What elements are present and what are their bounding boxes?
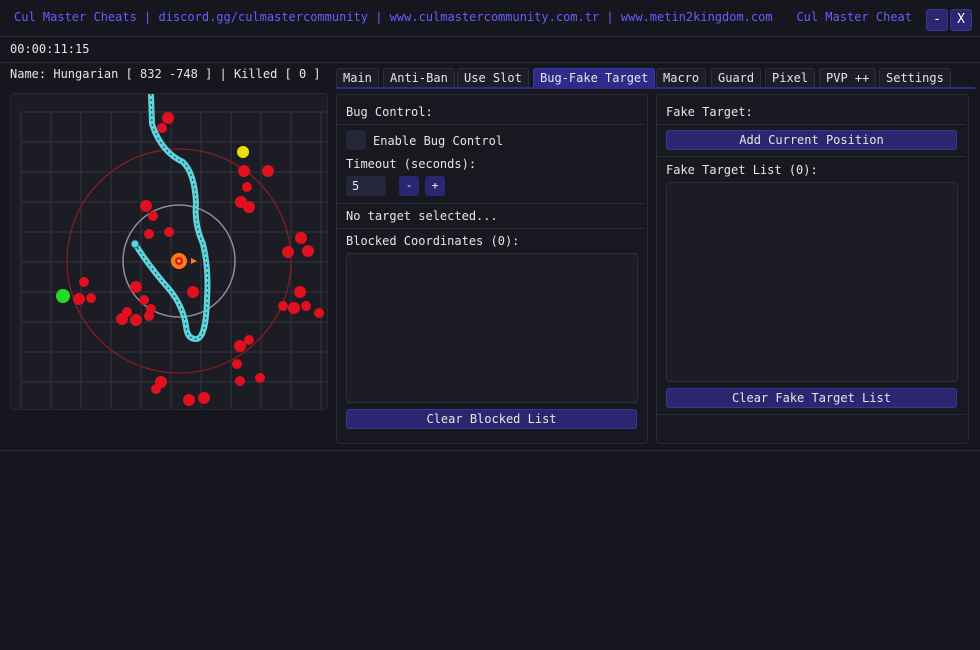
player-status: Name: Hungarian [ 832 -748 ] | Killed [ …	[10, 67, 321, 81]
window-title: Cul Master Cheat	[796, 10, 912, 24]
tab-guard[interactable]: Guard	[711, 68, 762, 88]
minimize-button[interactable]: -	[926, 9, 948, 31]
tab-bug-fake-target[interactable]: Bug-Fake Target	[533, 68, 656, 88]
divider	[0, 62, 980, 63]
bug-control-heading: Bug Control:	[346, 105, 433, 119]
fake-target-panel: Fake Target: Add Current Position Fake T…	[656, 94, 969, 444]
tab-macro[interactable]: Macro	[656, 68, 707, 88]
divider	[657, 124, 966, 125]
close-button[interactable]: X	[950, 9, 972, 31]
add-current-position-button[interactable]: Add Current Position	[666, 130, 957, 150]
divider	[337, 228, 645, 229]
timeout-decrement-button[interactable]: -	[399, 176, 419, 196]
divider	[0, 450, 980, 451]
tab-anti-ban[interactable]: Anti-Ban	[383, 68, 455, 88]
title-bar: Cul Master Cheats | discord.gg/culmaster…	[0, 0, 980, 37]
tab-underline	[336, 87, 975, 89]
enable-bug-control-label: Enable Bug Control	[373, 134, 504, 148]
timeout-input[interactable]: 5	[346, 176, 386, 196]
divider	[337, 203, 645, 204]
blocked-coordinates-label: Blocked Coordinates (0):	[346, 234, 520, 248]
enable-bug-control-checkbox[interactable]	[346, 130, 366, 150]
tab-main[interactable]: Main	[336, 68, 379, 88]
timeout-label: Timeout (seconds):	[346, 157, 477, 171]
divider	[337, 124, 645, 125]
tab-use-slot[interactable]: Use Slot	[457, 68, 529, 88]
tab-settings[interactable]: Settings	[879, 68, 951, 88]
radar-map[interactable]	[10, 93, 328, 410]
tab-pixel[interactable]: Pixel	[765, 68, 816, 88]
radar-canvas	[11, 94, 327, 409]
divider	[657, 414, 966, 415]
divider	[657, 156, 966, 157]
session-timer: 00:00:11:15	[10, 42, 90, 56]
window-title-links: Cul Master Cheats | discord.gg/culmaster…	[14, 10, 773, 24]
clear-blocked-list-button[interactable]: Clear Blocked List	[346, 409, 637, 429]
tab-pvp[interactable]: PVP ++	[819, 68, 877, 88]
fake-target-list[interactable]	[666, 182, 958, 382]
item-marker	[237, 146, 249, 158]
fake-target-heading: Fake Target:	[666, 105, 753, 119]
timeout-increment-button[interactable]: +	[425, 176, 445, 196]
target-status: No target selected...	[346, 209, 498, 223]
fake-target-list-label: Fake Target List (0):	[666, 163, 818, 177]
blocked-coordinates-list[interactable]	[346, 253, 638, 403]
bug-control-panel: Bug Control: Enable Bug Control Timeout …	[336, 94, 648, 444]
ally-marker	[56, 289, 70, 303]
clear-fake-target-list-button[interactable]: Clear Fake Target List	[666, 388, 957, 408]
